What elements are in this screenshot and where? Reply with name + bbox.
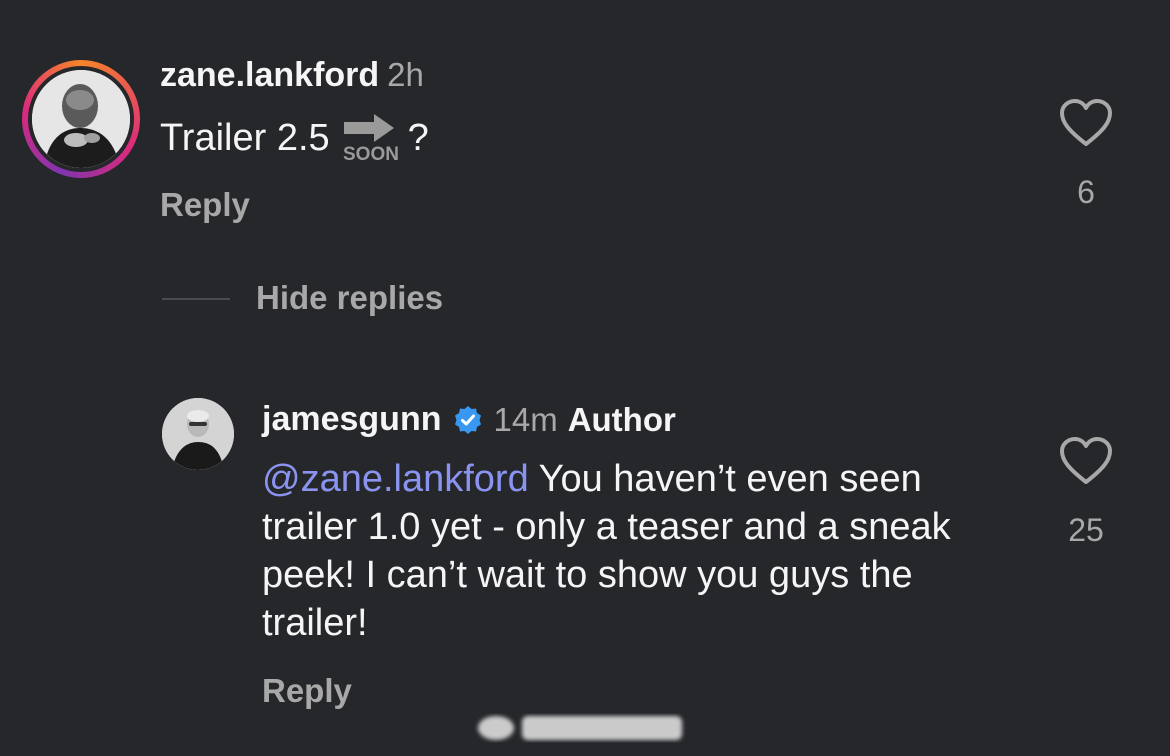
comment-text: @zane.lankford You haven’t even seen tra…: [262, 455, 1022, 647]
reply-button[interactable]: Reply: [262, 672, 352, 710]
avatar-zane-lankford[interactable]: [32, 70, 130, 168]
comment-text: Trailer 2.5 SOON ?: [160, 112, 429, 164]
like-count: 25: [1068, 512, 1104, 548]
soon-label: SOON: [343, 144, 399, 164]
like-count: 6: [1077, 174, 1095, 210]
heart-icon[interactable]: [1058, 436, 1114, 488]
comment-header: jamesgunn 14m Author: [262, 400, 676, 439]
avatar-jamesgunn[interactable]: [162, 398, 234, 470]
hide-replies-button[interactable]: Hide replies: [256, 279, 443, 317]
timestamp: 2h: [387, 56, 424, 93]
thread-divider: [162, 298, 230, 300]
heart-icon[interactable]: [1058, 98, 1114, 150]
author-badge: Author: [567, 400, 676, 438]
soon-arrow-emoji: SOON: [340, 112, 404, 164]
mention-link[interactable]: @zane.lankford: [262, 458, 529, 500]
comment-text-part: Trailer 2.5: [160, 116, 330, 159]
timestamp: 14m: [493, 400, 558, 438]
comment-text-part: ?: [407, 116, 429, 159]
username[interactable]: zane.lankford: [160, 56, 379, 94]
verified-badge-icon: [453, 405, 483, 435]
watermark: [470, 706, 690, 746]
comment-header: zane.lankford 2h: [160, 56, 424, 95]
reply-button[interactable]: Reply: [160, 186, 250, 224]
username[interactable]: jamesgunn: [262, 400, 441, 439]
